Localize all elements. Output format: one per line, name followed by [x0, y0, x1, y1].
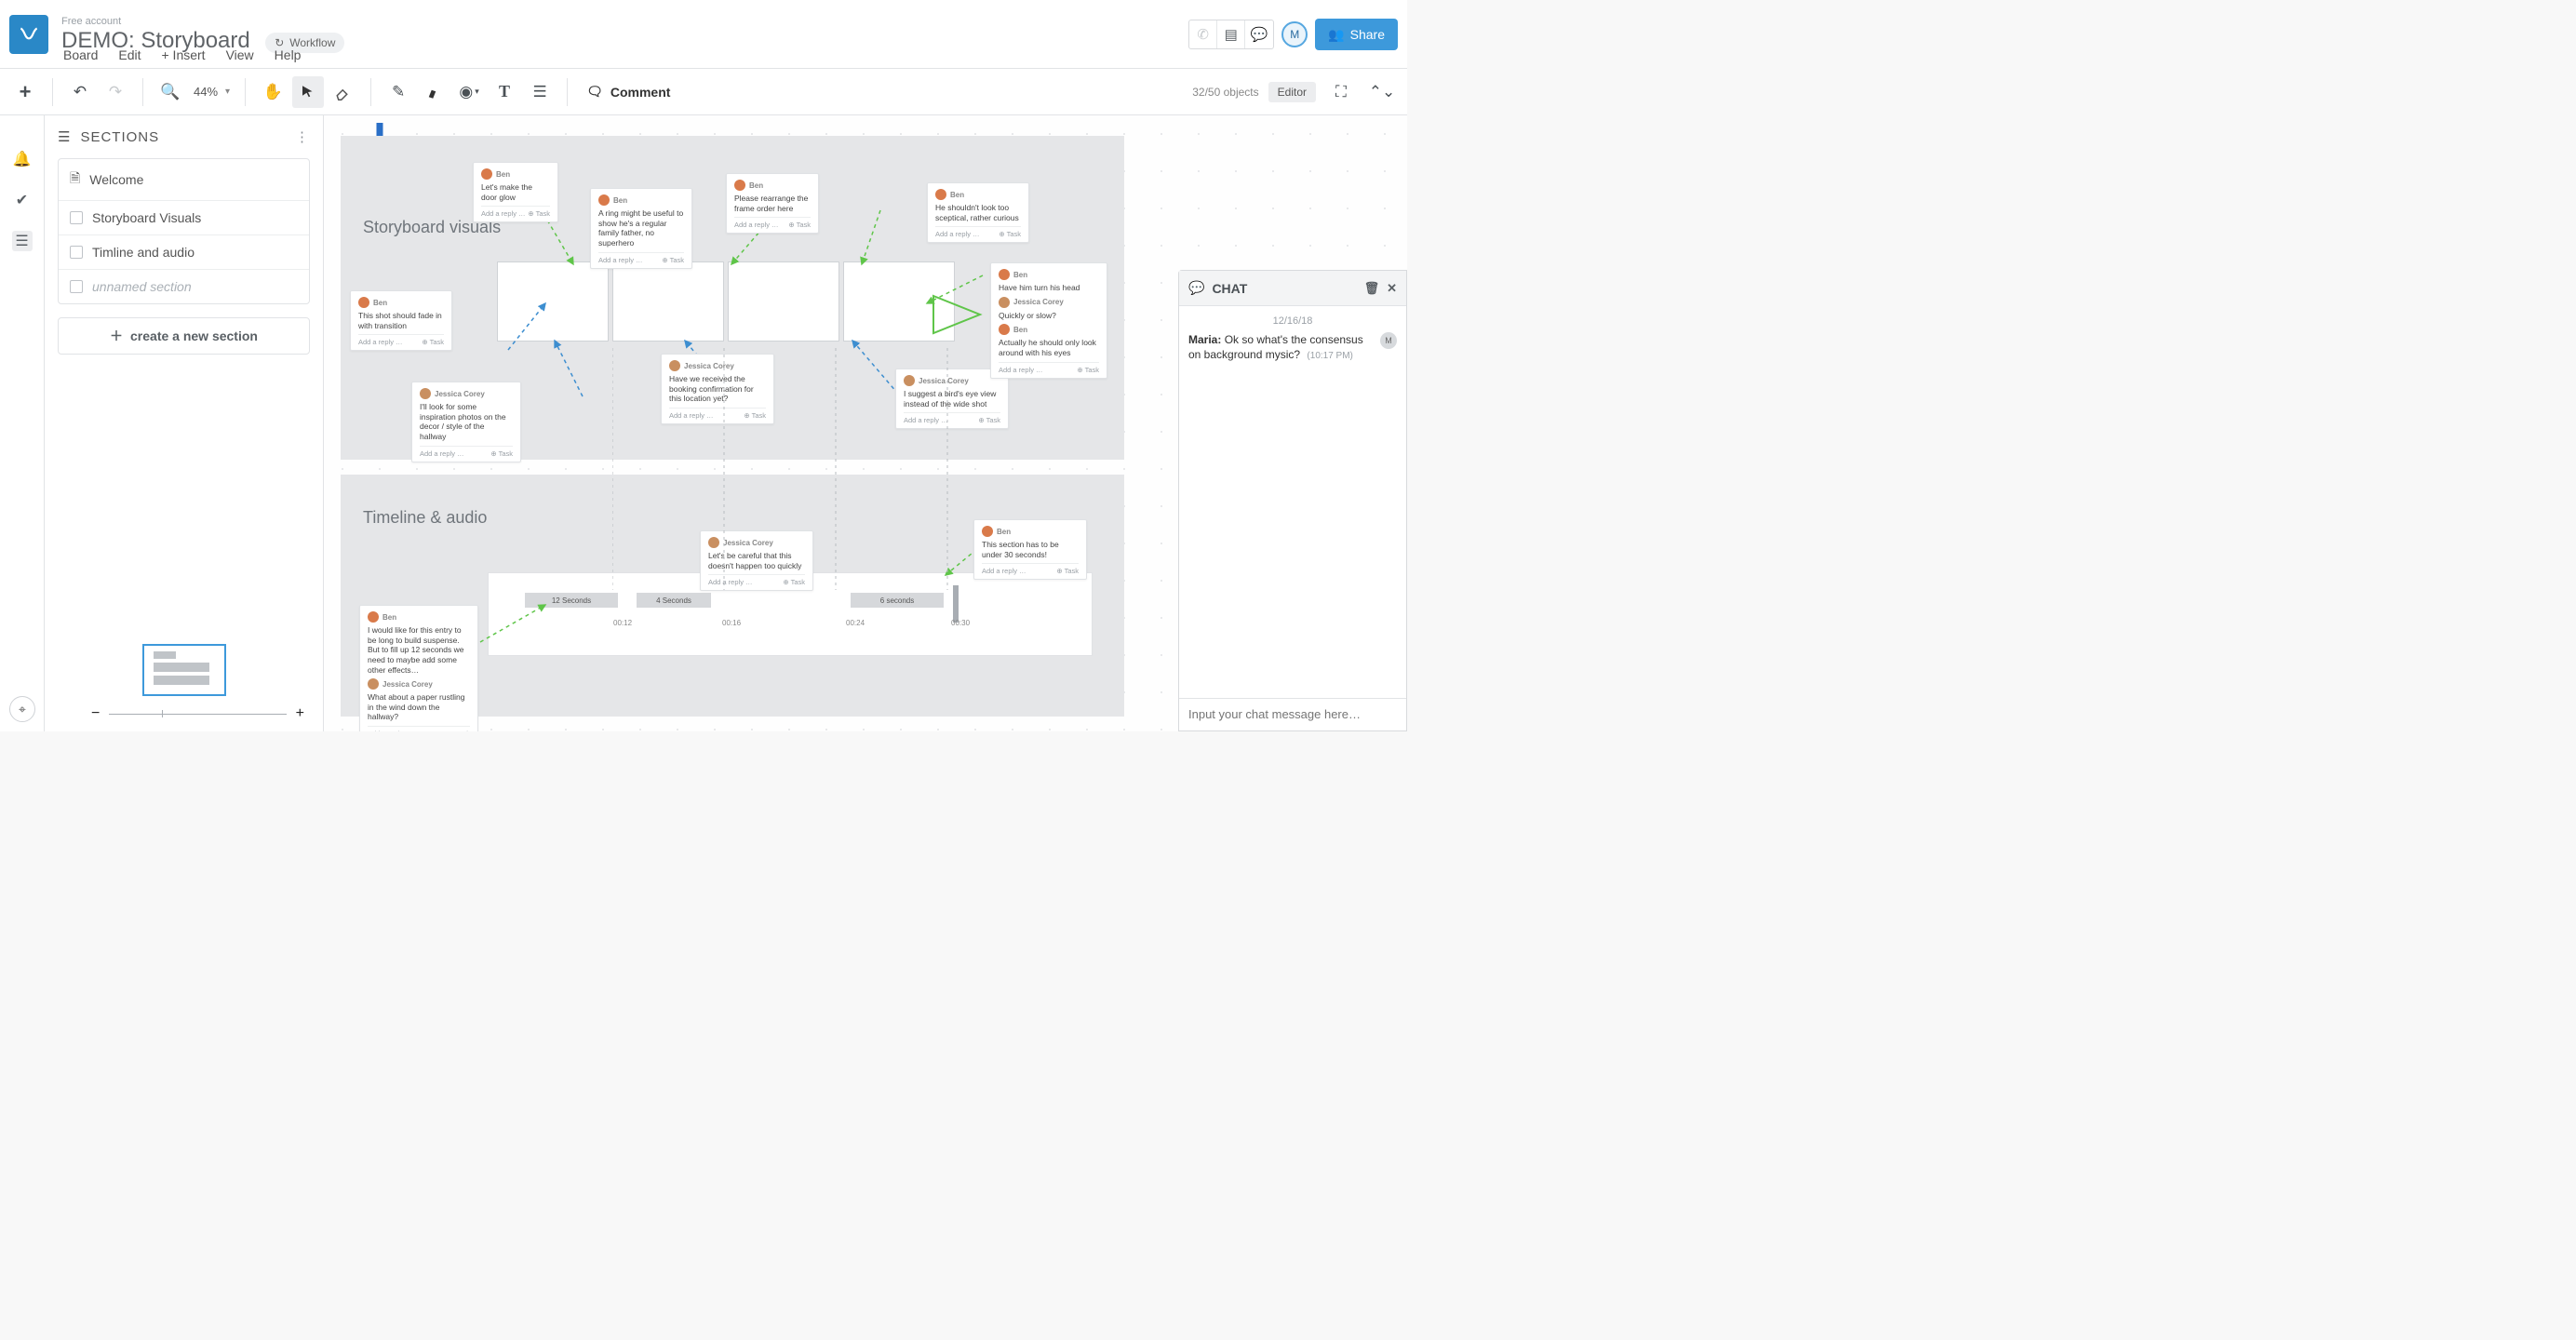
- collapse-icon[interactable]: ⌃⌄: [1366, 76, 1398, 108]
- toolbar-right: 32/50 objects Editor ⛶ ⌃⌄: [1192, 76, 1398, 108]
- sections-list: 🗎 Welcome Storyboard Visuals Timline and…: [58, 158, 310, 304]
- header-bar: Free account DEMO: Storyboard ↻ Workflow…: [0, 0, 1407, 69]
- zoom-dropdown-icon[interactable]: ▾: [225, 87, 230, 97]
- user-avatar[interactable]: M: [1281, 21, 1308, 47]
- checkbox-icon: [70, 211, 83, 224]
- menu-view[interactable]: View: [226, 47, 254, 62]
- comment-note[interactable]: Jessica Corey I'll look for some inspira…: [411, 382, 521, 462]
- section-title: Timeline & audio: [363, 508, 487, 528]
- comment-note[interactable]: Ben This section has to be under 30 seco…: [973, 519, 1087, 580]
- frame-4[interactable]: [843, 261, 955, 342]
- comment-button[interactable]: 🗨 Comment: [579, 84, 678, 100]
- menu-insert[interactable]: + Insert: [161, 47, 205, 62]
- chat-body: 12/16/18 Maria: Ok so what's the consens…: [1179, 306, 1406, 698]
- redo-button[interactable]: ↷: [100, 76, 131, 108]
- page-icon: 🗎: [70, 168, 80, 191]
- app-logo[interactable]: [9, 15, 48, 54]
- tasks-icon[interactable]: ✔: [12, 190, 33, 210]
- sections-more-icon[interactable]: ⋮: [295, 128, 310, 145]
- comment-note[interactable]: Ben Let's make the door glow Add a reply…: [473, 162, 558, 222]
- chat-header: 💬 CHAT 🗑 ✕: [1179, 271, 1406, 306]
- chat-message: Maria: Ok so what's the consensus on bac…: [1188, 332, 1397, 363]
- main-menu: Board Edit + Insert View Help: [63, 47, 301, 62]
- sections-header: ☰ SECTIONS ⋮: [58, 128, 310, 145]
- zoom-out-icon[interactable]: −: [91, 705, 100, 722]
- zoom-icon[interactable]: 🔍: [154, 76, 186, 108]
- menu-edit[interactable]: Edit: [118, 47, 141, 62]
- text-tool[interactable]: T: [489, 76, 520, 108]
- fullscreen-icon[interactable]: ⛶: [1325, 76, 1357, 108]
- chat-msg-avatar: M: [1380, 332, 1397, 349]
- checkbox-icon: [70, 246, 83, 259]
- zoom-level[interactable]: 44%: [194, 85, 218, 99]
- notifications-icon[interactable]: 🔔: [12, 149, 33, 169]
- frame-2[interactable]: [612, 261, 724, 342]
- comment-note[interactable]: Ben He shouldn't look too sceptical, rat…: [927, 182, 1029, 243]
- create-section-button[interactable]: ＋ create a new section: [58, 317, 310, 355]
- sections-icon[interactable]: ☰: [12, 231, 33, 251]
- undo-button[interactable]: ↶: [64, 76, 96, 108]
- comment-thread[interactable]: Ben Have him turn his head Jessica Corey…: [990, 262, 1107, 379]
- chat-input[interactable]: [1188, 707, 1397, 721]
- share-button[interactable]: 👥 Share: [1315, 19, 1398, 50]
- add-tool[interactable]: +: [9, 76, 41, 108]
- comment-note[interactable]: Ben A ring might be useful to show he's …: [590, 188, 692, 269]
- compass-icon[interactable]: ⌖: [9, 696, 35, 722]
- menu-help[interactable]: Help: [275, 47, 302, 62]
- header-actions: ✆ ▤ 💬 M 👥 Share: [1188, 0, 1398, 69]
- menu-board[interactable]: Board: [63, 47, 98, 62]
- note-tool[interactable]: ☰: [524, 76, 556, 108]
- chat-bubble-icon: 💬: [1188, 280, 1204, 296]
- chat-icon[interactable]: 💬: [1245, 20, 1273, 48]
- chat-input-wrap: [1179, 698, 1406, 730]
- toolbar: + ↶ ↷ 🔍 44% ▾ ✋ ✎ ◉▾ T ☰ 🗨 Comment 32/50…: [0, 69, 1407, 115]
- rail-bottom: ⌖: [0, 696, 45, 722]
- frame-1[interactable]: [497, 261, 609, 342]
- section-item-welcome[interactable]: 🗎 Welcome: [59, 159, 309, 201]
- share-icon: 👥: [1328, 27, 1344, 43]
- plus-icon: ＋: [110, 327, 123, 345]
- zoom-in-icon[interactable]: +: [296, 705, 304, 722]
- storyboard-frames: [497, 261, 955, 342]
- chat-date: 12/16/18: [1188, 315, 1397, 327]
- frame-3[interactable]: [728, 261, 839, 342]
- eraser-tool[interactable]: [328, 76, 359, 108]
- select-tool[interactable]: [292, 76, 324, 108]
- pen-tool[interactable]: ✎: [382, 76, 414, 108]
- editor-mode-pill[interactable]: Editor: [1268, 82, 1316, 102]
- chat-panel: 💬 CHAT 🗑 ✕ 12/16/18 Maria: Ok so what's …: [1178, 270, 1407, 731]
- account-tier-label: Free account: [61, 15, 344, 28]
- chat-delete-icon[interactable]: 🗑: [1364, 281, 1380, 296]
- comment-thread[interactable]: Ben I would like for this entry to be lo…: [359, 605, 478, 731]
- phone-icon[interactable]: ✆: [1189, 20, 1217, 48]
- pan-tool[interactable]: ✋: [257, 76, 288, 108]
- header-icon-cluster: ✆ ▤ 💬: [1188, 20, 1274, 49]
- sidebar-zoom-slider[interactable]: − +: [91, 705, 304, 722]
- checkbox-icon: [70, 280, 83, 293]
- object-count: 32/50 objects: [1192, 86, 1258, 99]
- marker-tool[interactable]: [418, 76, 449, 108]
- comment-note[interactable]: Ben This shot should fade in with transi…: [350, 290, 452, 351]
- sections-sidebar: ☰ SECTIONS ⋮ 🗎 Welcome Storyboard Visual…: [45, 115, 324, 731]
- left-rail: 🔔 ✔ ☰: [0, 115, 45, 731]
- comment-icon: 🗨: [586, 84, 603, 100]
- chat-close-icon[interactable]: ✕: [1387, 281, 1397, 296]
- section-item-storyboard[interactable]: Storyboard Visuals: [59, 201, 309, 235]
- list-icon: ☰: [58, 128, 71, 145]
- section-item-timeline[interactable]: Timline and audio: [59, 235, 309, 270]
- comment-note[interactable]: Jessica Corey Have we received the booki…: [661, 354, 774, 424]
- present-icon[interactable]: ▤: [1217, 20, 1245, 48]
- comment-note[interactable]: Ben Please rearrange the frame order her…: [726, 173, 819, 234]
- section-item-unnamed[interactable]: unnamed section: [59, 270, 309, 303]
- comment-note[interactable]: Jessica Corey Let's be careful that this…: [700, 530, 813, 591]
- timeline-playhead[interactable]: [953, 585, 959, 623]
- minimap[interactable]: [142, 644, 226, 696]
- shape-tool[interactable]: ◉▾: [453, 76, 485, 108]
